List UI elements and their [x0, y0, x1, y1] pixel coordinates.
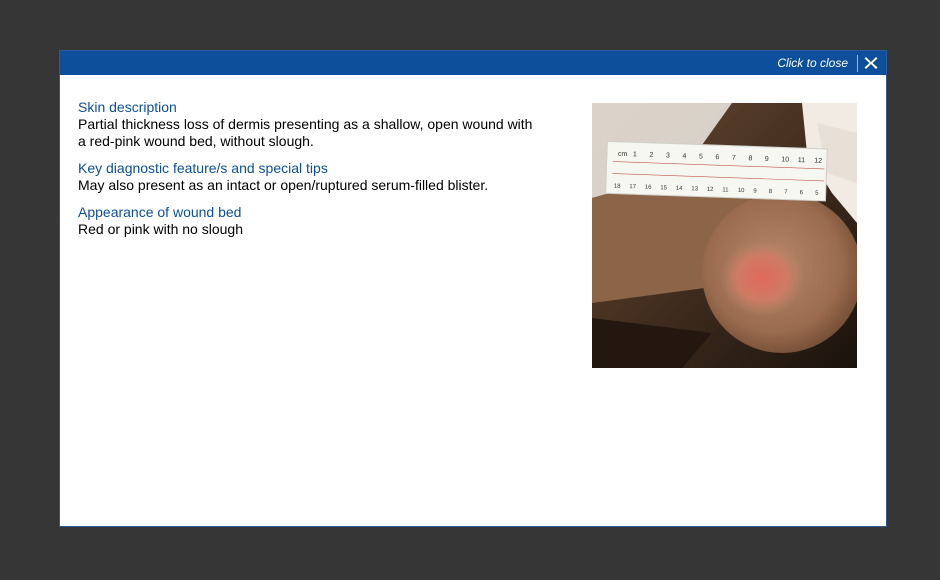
section-body: Partial thickness loss of dermis present…	[78, 116, 533, 149]
ruler: cm 1 2 3 4 5 6 7 8 9 10 11 12 18 17 16 15 14 13 12 11 10 9 8 7…	[605, 140, 828, 202]
section-wound-bed: Appearance of wound bed Red or pink with…	[78, 204, 548, 238]
section-title: Key diagnostic feature/s and special tip…	[78, 160, 328, 176]
ruler-number: 11	[722, 187, 729, 193]
ruler-number: 12	[814, 158, 822, 165]
ruler-number: 15	[660, 185, 668, 191]
ruler-number: 8	[748, 155, 752, 162]
section-title: Appearance of wound bed	[78, 204, 242, 220]
ruler-number: 1	[633, 151, 637, 158]
close-button[interactable]: Click to close	[777, 51, 878, 75]
close-x-icon[interactable]	[864, 56, 878, 70]
info-modal: Click to close Skin description Partial …	[59, 50, 887, 527]
ruler-number: 16	[645, 185, 653, 191]
ruler-number: 10	[781, 156, 789, 163]
ruler-number: 7	[732, 155, 736, 162]
ruler-unit: cm	[618, 151, 628, 158]
wound-photo: cm 1 2 3 4 5 6 7 8 9 10 11 12 18 17 16 15 14 13 12 11 10 9 8 7…	[592, 103, 857, 368]
ruler-number: 6	[715, 154, 719, 161]
ruler-number: 2	[649, 152, 653, 159]
ruler-number: 17	[629, 184, 637, 190]
ruler-number: 18	[614, 184, 622, 190]
ruler-number: 14	[676, 186, 684, 192]
ruler-number: 9	[765, 156, 769, 163]
ruler-number: 5	[699, 154, 703, 161]
modal-content: Skin description Partial thickness loss …	[78, 99, 548, 248]
ruler-number: 3	[666, 152, 670, 159]
wound-photo-illustration: cm 1 2 3 4 5 6 7 8 9 10 11 12 18 17 16 15 14 13 12 11 10 9 8 7…	[592, 103, 857, 368]
section-body: Red or pink with no slough	[78, 221, 243, 237]
close-label[interactable]: Click to close	[777, 51, 857, 75]
section-body: May also present as an intact or open/ru…	[78, 177, 489, 193]
ruler-number: 10	[738, 188, 746, 194]
ruler-number: 13	[691, 186, 699, 192]
section-key-features: Key diagnostic feature/s and special tip…	[78, 160, 548, 194]
close-divider	[857, 54, 858, 72]
ruler-number: 12	[707, 187, 715, 193]
section-skin-description: Skin description Partial thickness loss …	[78, 99, 548, 150]
section-title: Skin description	[78, 99, 177, 115]
ruler-number: 4	[682, 153, 686, 160]
modal-header: Click to close	[60, 51, 886, 75]
ruler-number: 11	[798, 157, 806, 164]
